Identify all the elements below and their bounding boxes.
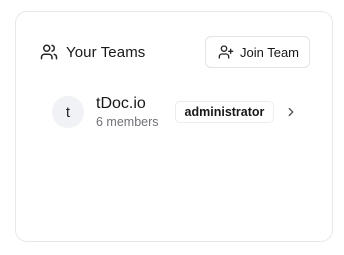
teams-card: Your Teams Join Team t tDoc.io 6 members… [15, 11, 333, 242]
teams-title-group: Your Teams [40, 43, 145, 61]
teams-header: Your Teams Join Team [40, 36, 310, 68]
join-team-label: Join Team [239, 44, 299, 60]
teams-title: Your Teams [66, 43, 146, 61]
user-plus-icon [218, 44, 234, 60]
role-badge: administrator [174, 101, 275, 123]
team-row[interactable]: t tDoc.io 6 members administrator [52, 94, 304, 130]
team-avatar: t [52, 96, 84, 128]
team-info: tDoc.io 6 members [96, 94, 159, 129]
team-member-count: 6 members [96, 114, 159, 129]
join-team-button[interactable]: Join Team [204, 36, 310, 68]
users-icon [40, 43, 58, 61]
chevron-right-icon[interactable] [284, 105, 298, 119]
team-name: tDoc.io [96, 94, 146, 112]
